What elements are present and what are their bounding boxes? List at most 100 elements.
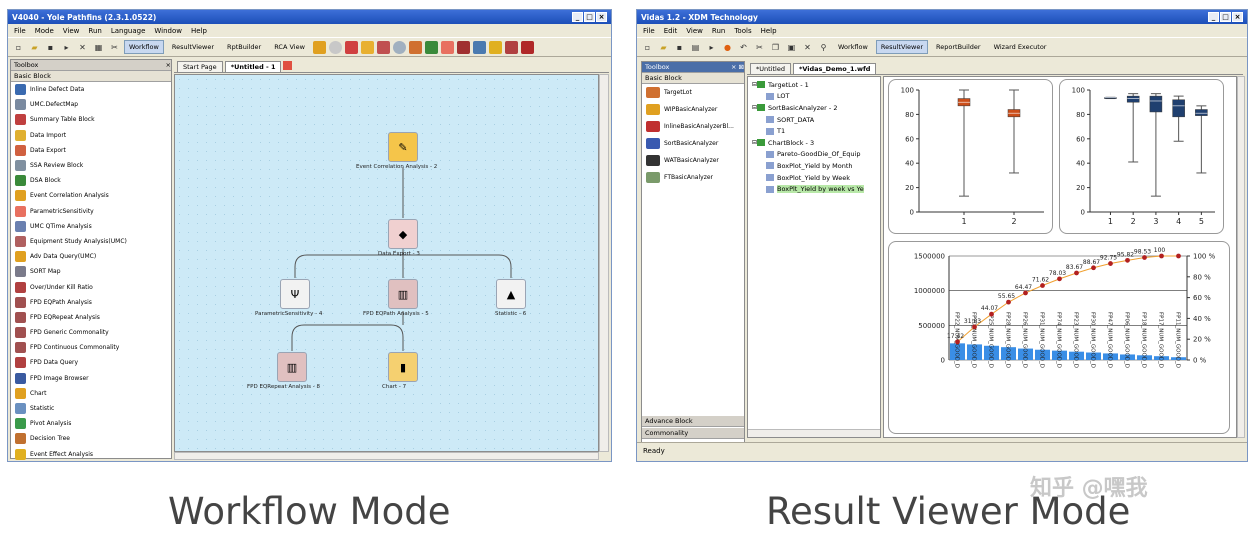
toolbox-item[interactable]: FTBasicAnalyzer	[642, 169, 744, 186]
node-eqrepeat[interactable]: ▥	[277, 352, 307, 382]
delete-icon[interactable]: ✕	[801, 41, 814, 54]
menu-mode[interactable]: Mode	[35, 27, 54, 35]
toolbox-item[interactable]: FPD EQPath Analysis	[11, 295, 171, 310]
close-icon[interactable]: ×	[166, 61, 171, 69]
tools-icon[interactable]: ✂	[108, 41, 121, 54]
new-icon[interactable]: ▫	[641, 41, 654, 54]
menu-help[interactable]: Help	[191, 27, 207, 35]
table-icon[interactable]	[504, 40, 518, 54]
close-button[interactable]: ×	[1232, 12, 1243, 22]
run-icon[interactable]: ▸	[705, 41, 718, 54]
factory-icon[interactable]	[456, 40, 470, 54]
filter-icon[interactable]	[488, 40, 502, 54]
toolbox-item[interactable]: UMC.DefectMap	[11, 97, 171, 112]
copy-icon[interactable]: ❐	[769, 41, 782, 54]
data-icon[interactable]	[376, 40, 390, 54]
menu-run[interactable]: Run	[88, 27, 101, 35]
workflow-canvas[interactable]: ✎ Event Correlation Analysis - 2 ◆ Data …	[174, 74, 599, 452]
tree-item[interactable]: SORT_DATA	[748, 114, 880, 126]
close-icon[interactable]: × ⊠	[731, 63, 744, 71]
node-event-correlation[interactable]: ✎	[388, 132, 418, 162]
toolbox-item[interactable]: Event Effect Analysis	[11, 447, 171, 462]
menu-edit[interactable]: Edit	[664, 27, 678, 35]
maximize-button[interactable]: □	[584, 12, 595, 22]
tree-item[interactable]: ⊟ ChartBlock - 3	[748, 137, 880, 149]
mode-rptbuilder-button[interactable]: RptBuilder	[222, 40, 266, 54]
block-icon[interactable]	[312, 40, 326, 54]
tree-item[interactable]: T1	[748, 125, 880, 137]
psa-icon[interactable]	[440, 40, 454, 54]
close-button[interactable]: ×	[596, 12, 607, 22]
tree-item[interactable]: ⊟ TargetLot - 1	[748, 79, 880, 91]
grid-icon[interactable]: ▦	[92, 41, 105, 54]
canvas-horizontal-scrollbar[interactable]	[174, 452, 599, 460]
toolbox-item[interactable]: Data Export	[11, 143, 171, 158]
paste-icon[interactable]: ▣	[785, 41, 798, 54]
save-icon[interactable]: ▪	[673, 41, 686, 54]
toolbox-item[interactable]: FPD Image Browser	[11, 371, 171, 386]
tree-item[interactable]: ⊟ SortBasicAnalyzer - 2	[748, 102, 880, 114]
toolbox-item[interactable]: Summary Table Block	[11, 112, 171, 127]
cut-icon[interactable]: ✂	[753, 41, 766, 54]
globe-icon[interactable]	[392, 40, 406, 54]
tree-horizontal-scrollbar[interactable]	[748, 429, 880, 437]
tab-vidas-demo[interactable]: *Vidas_Demo_1.wfd	[792, 63, 877, 74]
toolbox-item[interactable]: Adv Data Query(UMC)	[11, 249, 171, 264]
toolbox-item[interactable]: Decision Tree	[11, 431, 171, 446]
minimize-button[interactable]: _	[1208, 12, 1219, 22]
toolbox-item[interactable]: Chart	[11, 386, 171, 401]
circle-icon[interactable]	[328, 40, 342, 54]
report-icon[interactable]	[520, 40, 534, 54]
node-data-export[interactable]: ◆	[388, 219, 418, 249]
undo-icon[interactable]: ↶	[737, 41, 750, 54]
menu-language[interactable]: Language	[111, 27, 146, 35]
mode-resultviewer-button[interactable]: ResultViewer	[875, 40, 929, 54]
menu-window[interactable]: Window	[154, 27, 182, 35]
toolbox-item[interactable]: FPD Continuous Commonality	[11, 340, 171, 355]
toolbox-item[interactable]: SortBasicAnalyzer	[642, 135, 744, 152]
node-eqpath[interactable]: ▥	[388, 279, 418, 309]
find-icon[interactable]: ⚲	[817, 41, 830, 54]
toolbox-item[interactable]: SSA Review Block	[11, 158, 171, 173]
toolbox-section[interactable]: Basic Block	[11, 71, 171, 82]
toolbox-item[interactable]: Equipment Study Analysis(UMC)	[11, 234, 171, 249]
tree-item[interactable]: BoxPlot_Yield by Month	[748, 160, 880, 172]
tab-close-icon[interactable]	[283, 61, 293, 70]
toolbox-item[interactable]: WIPBasicAnalyzer	[642, 101, 744, 118]
menu-run[interactable]: Run	[712, 27, 725, 35]
tree-item[interactable]: BoxPlt_Yield by week vs Ye	[748, 183, 880, 195]
toolbox-item[interactable]: UMC QTime Analysis	[11, 219, 171, 234]
mode-reportbuilder-button[interactable]: ReportBuilder	[931, 40, 986, 54]
toolbox-item[interactable]: Pivot Analysis	[11, 416, 171, 431]
node-chart[interactable]: ▮	[388, 352, 418, 382]
mode-rcaview-button[interactable]: RCA View	[269, 40, 310, 54]
stop-icon[interactable]: ●	[721, 41, 734, 54]
tree-item[interactable]: LOT	[748, 91, 880, 103]
toolbox-item[interactable]: InlineBasicAnalyzerBl...	[642, 118, 744, 135]
stop-icon[interactable]: ✕	[76, 41, 89, 54]
toolbox-item[interactable]: Inline Defect Data	[11, 82, 171, 97]
node-parametric[interactable]: Ψ	[280, 279, 310, 309]
minimize-button[interactable]: _	[572, 12, 583, 22]
menu-tools[interactable]: Tools	[734, 27, 751, 35]
tab-start-page[interactable]: Start Page	[177, 61, 223, 72]
node-statistic[interactable]: ▲	[496, 279, 526, 309]
pie-icon[interactable]	[360, 40, 374, 54]
advance-block-section[interactable]: Advance Block	[642, 416, 744, 427]
new-icon[interactable]: ▫	[12, 41, 25, 54]
toolbox-item[interactable]: FPD Generic Commonality	[11, 325, 171, 340]
mode-resultviewer-button[interactable]: ResultViewer	[167, 40, 219, 54]
print-icon[interactable]: ▤	[689, 41, 702, 54]
result-vertical-scrollbar[interactable]	[1237, 76, 1245, 438]
sync-icon[interactable]	[424, 40, 438, 54]
maximize-button[interactable]: □	[1220, 12, 1231, 22]
open-icon[interactable]: ▰	[657, 41, 670, 54]
build-icon[interactable]	[408, 40, 422, 54]
toolbox-item[interactable]: ParametricSensitivity	[11, 204, 171, 219]
tab-untitled-1[interactable]: *Untitled - 1	[224, 61, 282, 72]
toolbox-item[interactable]: DSA Block	[11, 173, 171, 188]
menu-view[interactable]: View	[63, 27, 80, 35]
toolbox-item[interactable]: WATBasicAnalyzer	[642, 152, 744, 169]
open-icon[interactable]: ▰	[28, 41, 41, 54]
menu-file[interactable]: File	[643, 27, 655, 35]
